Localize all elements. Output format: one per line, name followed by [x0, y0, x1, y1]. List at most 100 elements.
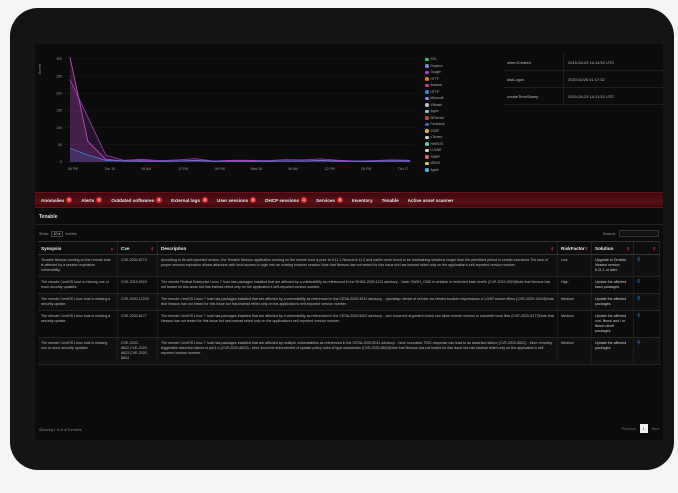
column-header-label: Cve [121, 245, 130, 251]
column-header-label: RiskFactor [561, 245, 585, 251]
series-area [70, 57, 410, 163]
tab-inventory[interactable]: Inventory [352, 198, 373, 203]
column-header[interactable]: Solution ⇕ [592, 242, 634, 254]
tab-count-badge: 0 [336, 197, 343, 203]
search-icon[interactable]: ⚲ [637, 257, 641, 263]
description-cell: According to its self-reported version, … [158, 255, 558, 276]
tab-tenable[interactable]: Tenable [382, 198, 399, 203]
action-cell: ⚲ [634, 277, 660, 293]
page-button[interactable]: 1 [639, 424, 648, 433]
tab-label: Services [316, 197, 335, 203]
table-row: The remote CentOS Linux host is missing … [38, 294, 660, 311]
description-cell: The remote CentOS Linux 7 host has packa… [158, 311, 558, 337]
tab-count-badge: 1 [301, 197, 308, 203]
legend-label: uTorrent [430, 135, 443, 140]
search-input[interactable] [619, 230, 659, 237]
sort-icon: ⇕ [584, 245, 589, 251]
column-header-label: Solution [595, 245, 614, 251]
legend-label: HTTP [430, 89, 439, 94]
tab-label: Active asset scanner [407, 197, 454, 203]
x-tick-label: 06 AM [288, 167, 298, 171]
x-tick-label: Wed 16 [251, 167, 263, 171]
legend-label: Facebook [430, 122, 445, 127]
legend-swatch [425, 57, 429, 61]
entries-label: entries [65, 232, 77, 236]
legend-label: MDNS [430, 161, 440, 166]
series-area [70, 79, 410, 162]
column-header[interactable]: Cve ⇕ [118, 242, 158, 254]
search-icon[interactable]: ⚲ [637, 279, 641, 285]
x-tick-label: 06 AM [142, 167, 152, 171]
x-tick-label: 06 PM [68, 167, 78, 171]
pagination: Previous 1 Next [622, 424, 659, 433]
synopsis-cell: The remote CentOS host is missing one or… [38, 277, 118, 293]
action-cell: ⚲ [634, 255, 660, 276]
x-tick-label: 12 PM [325, 167, 335, 171]
legend-label: LLMNR [430, 148, 442, 153]
tab-alerts[interactable]: Alerts 0 [81, 197, 103, 203]
legend-label: BitTorrent [430, 115, 445, 120]
tab-external-logs[interactable]: External logs 0 [171, 197, 209, 203]
y-tick-label: 250 [56, 74, 62, 78]
action-cell: ⚲ [634, 311, 660, 337]
cve-cell: CVE-2020-8177 [118, 311, 158, 337]
cve-cell: CVE-2020-12243 [118, 294, 158, 310]
info-row: createTimeStamp 2019-04-29 14:11:52 UTC [503, 88, 663, 105]
legend-swatch [425, 129, 429, 133]
table-row: Tenable Nessus running on the remote hos… [38, 255, 660, 277]
tab-count-badge: 0 [250, 197, 257, 203]
sort-icon: ⇕ [550, 245, 554, 251]
synopsis-cell: The remote CentOS Linux host is missing … [38, 294, 118, 310]
legend-label: SNMP [430, 154, 440, 159]
column-header[interactable]: Synopsis ▲ [38, 242, 118, 254]
entries-select[interactable]: 10 ▾ [50, 231, 64, 237]
search-icon[interactable]: ⚲ [637, 313, 641, 319]
tab-label: Alerts [81, 197, 95, 203]
description-cell: The remote CentOS Linux 7 host has packa… [158, 338, 558, 364]
column-header[interactable]: RiskFactor ⇕ [558, 242, 592, 254]
solution-cell: Update the affected bash packages. [592, 277, 634, 293]
table-search: Search: [603, 230, 659, 237]
legend-label: SSDP [430, 128, 440, 133]
legend-swatch [425, 135, 429, 139]
tab-anomalies[interactable]: Anomalies 0 [41, 197, 73, 203]
info-value: 2019-04-29 14:11:52 UTC [563, 88, 663, 104]
table-header: Synopsis ▲ Cve ⇕ Description ⇕ RiskFactor ⇕ Solu… [38, 241, 660, 255]
legend-item: Apple [425, 167, 505, 174]
show-label: Show [39, 232, 49, 236]
table-info: Showing 1 to 5 of 5 entries [39, 428, 82, 432]
tab-count-badge: 0 [156, 197, 163, 203]
next-button[interactable]: Next [652, 427, 659, 431]
table-row: The remote CentOS Linux host is missing … [38, 311, 660, 338]
table-row: The remote CentOS Linux host is missing … [38, 338, 660, 365]
table-body: Tenable Nessus running on the remote hos… [38, 255, 660, 365]
search-icon[interactable]: ⚲ [637, 340, 641, 346]
tab-dhcp-sessions[interactable]: DHCP sessions 1 [265, 197, 308, 203]
info-key: whenCreated [507, 59, 531, 65]
risk-cell: Medium [558, 338, 592, 364]
synopsis-cell: The remote CentOS Linux host is missing … [38, 338, 118, 364]
risk-cell: Medium [558, 294, 592, 310]
tab-label: Anomalies [41, 197, 65, 203]
table-row: The remote CentOS host is missing one or… [38, 277, 660, 294]
tab-services[interactable]: Services 0 [316, 197, 343, 203]
tab-outdated-softwares[interactable]: Outdated softwares 0 [111, 197, 163, 203]
column-header[interactable]: Description ⇕ [158, 242, 558, 254]
search-icon[interactable]: ⚲ [637, 296, 641, 302]
tenable-table: Synopsis ▲ Cve ⇕ Description ⇕ RiskFactor ⇕ Solu… [38, 241, 660, 365]
y-tick-label: 0 [60, 160, 62, 164]
traffic-chart: Events 300 250 200 150 100 50 0 06 PM Tue 15 06 AM… [35, 44, 420, 184]
legend-label: Microsoft [430, 96, 444, 101]
column-header[interactable]: ⇕ [634, 242, 660, 254]
device-frame: Events 300 250 200 150 100 50 0 06 PM Tue 15 06 AM… [10, 8, 674, 470]
asset-tabs: Anomalies 0 Alerts 0 Outdated softwares 0 Exte… [35, 192, 663, 208]
previous-button[interactable]: Previous [622, 427, 636, 431]
tab-user-sessions[interactable]: User sessions 0 [217, 197, 257, 203]
risk-cell: Low [558, 255, 592, 276]
search-label: Search: [602, 231, 616, 236]
tab-label: DHCP sessions [265, 197, 300, 203]
tab-active-asset-scanner[interactable]: Active asset scanner [408, 198, 454, 203]
entries-value: 10 [53, 232, 58, 236]
legend-swatch [425, 155, 429, 159]
asset-info-table: whenCreated 2019-04-29 14:11:52 UTC lastLo… [503, 54, 663, 105]
